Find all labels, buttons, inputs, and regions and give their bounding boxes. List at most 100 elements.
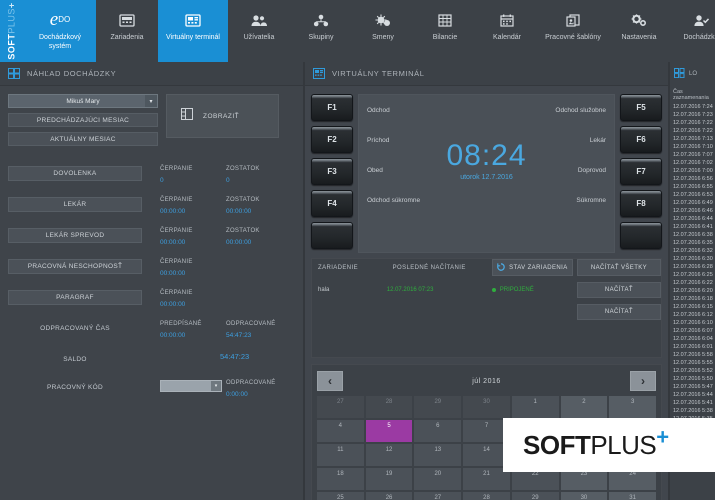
fkey-f7[interactable]: F7 [620,158,662,185]
calendar-day-cell[interactable]: 26 [366,492,413,500]
fkey-f4[interactable]: F4 [311,190,353,217]
log-entry[interactable]: 12.07.2016 6:30 [670,255,715,263]
calendar-day-cell[interactable]: 31 [609,492,656,500]
fkey-blank-right[interactable] [620,222,662,249]
stat-button-dovolenka[interactable]: DOVOLENKA [8,166,142,181]
log-entry[interactable]: 12.07.2016 6:38 [670,231,715,239]
read-button-2[interactable]: NAČÍTAŤ [577,304,661,320]
read-all-button[interactable]: NAČÍTAŤ VŠETKY [577,259,661,276]
nav-item-dochadzka[interactable]: Dochádzka [670,0,715,62]
fkey-blank-left[interactable] [311,222,353,249]
log-entry-list[interactable]: 12.07.2016 7:2412.07.2016 7:2312.07.2016… [670,103,715,439]
log-entry[interactable]: 12.07.2016 6:07 [670,327,715,335]
show-button[interactable]: ZOBRAZIŤ [166,94,279,138]
stat-button-lekar[interactable]: LEKÁR [8,197,142,212]
calendar-day-cell[interactable]: 13 [414,444,461,466]
nav-item-bilancie[interactable]: Bilancie [414,0,476,62]
log-entry[interactable]: 12.07.2016 6:20 [670,287,715,295]
calendar-day-cell[interactable]: 28 [463,492,510,500]
nav-item-dochadzkovy-system[interactable]: eDO Dochádzkový systém [24,0,96,62]
log-entry[interactable]: 12.07.2016 6:49 [670,199,715,207]
log-entry[interactable]: 12.07.2016 6:04 [670,335,715,343]
log-entry[interactable]: 12.07.2016 6:44 [670,215,715,223]
calendar-day-cell[interactable]: 30 [463,396,510,418]
log-entry[interactable]: 12.07.2016 6:10 [670,319,715,327]
calendar-day-cell[interactable]: 28 [366,396,413,418]
calendar-day-cell[interactable]: 29 [414,396,461,418]
log-entry[interactable]: 12.07.2016 6:01 [670,343,715,351]
log-entry[interactable]: 12.07.2016 7:24 [670,103,715,111]
calendar-day-cell[interactable]: 27 [414,492,461,500]
log-entry[interactable]: 12.07.2016 5:38 [670,407,715,415]
log-entry[interactable]: 12.07.2016 6:55 [670,183,715,191]
calendar-day-cell[interactable]: 19 [366,468,413,490]
calendar-day-cell[interactable]: 6 [414,420,461,442]
log-entry[interactable]: 12.07.2016 6:53 [670,191,715,199]
calendar-day-cell[interactable]: 30 [561,492,608,500]
calendar-day-cell[interactable]: 3 [609,396,656,418]
calendar-day-cell[interactable]: 2 [561,396,608,418]
calendar-day-cell[interactable]: 5 [366,420,413,442]
person-select[interactable]: Mikuš Mary ▾ [8,94,158,108]
log-entry[interactable]: 12.07.2016 7:23 [670,111,715,119]
stat-button-lekar-sprevod[interactable]: LEKÁR SPREVOD [8,228,142,243]
nav-item-kalendar[interactable]: Kalendár [476,0,538,62]
log-entry[interactable]: 12.07.2016 5:44 [670,391,715,399]
log-entry[interactable]: 12.07.2016 6:56 [670,175,715,183]
fkey-f8[interactable]: F8 [620,190,662,217]
calendar-day-cell[interactable]: 11 [317,444,364,466]
calendar-day-cell[interactable]: 27 [317,396,364,418]
previous-month-button[interactable]: PREDCHÁDZAJÚCI MESIAC [8,113,158,127]
calendar-day-cell[interactable]: 25 [317,492,364,500]
calendar-day-cell[interactable]: 12 [366,444,413,466]
calendar-prev-button[interactable]: ‹ [317,371,343,391]
log-entry[interactable]: 12.07.2016 6:41 [670,223,715,231]
work-code-select[interactable]: ▾ [160,380,222,392]
current-month-button[interactable]: AKTUÁLNY MESIAC [8,132,158,146]
nav-item-virtualny-terminal[interactable]: Virtuálny terminál [158,0,228,62]
log-entry[interactable]: 12.07.2016 6:18 [670,295,715,303]
log-entry[interactable]: 12.07.2016 7:22 [670,127,715,135]
log-entry[interactable]: 12.07.2016 7:22 [670,119,715,127]
nav-item-uzivatelia[interactable]: Užívatelia [228,0,290,62]
calendar-next-button[interactable]: › [630,371,656,391]
log-entry[interactable]: 12.07.2016 5:58 [670,351,715,359]
log-entry[interactable]: 12.07.2016 6:22 [670,279,715,287]
log-entry[interactable]: 12.07.2016 6:15 [670,303,715,311]
log-entry[interactable]: 12.07.2016 6:25 [670,271,715,279]
log-entry[interactable]: 12.07.2016 6:12 [670,311,715,319]
log-entry[interactable]: 12.07.2016 6:35 [670,239,715,247]
log-entry[interactable]: 12.07.2016 6:32 [670,247,715,255]
log-entry[interactable]: 12.07.2016 7:02 [670,159,715,167]
calendar-day-cell[interactable]: 29 [512,492,559,500]
log-entry[interactable]: 12.07.2016 7:10 [670,143,715,151]
calendar-day-cell[interactable]: 18 [317,468,364,490]
device-status-button[interactable]: STAV ZARIADENIA [492,259,573,276]
log-entry[interactable]: 12.07.2016 5:41 [670,399,715,407]
log-entry[interactable]: 12.07.2016 7:13 [670,135,715,143]
fkey-f3[interactable]: F3 [311,158,353,185]
calendar-day-cell[interactable]: 1 [512,396,559,418]
fkey-f6[interactable]: F6 [620,126,662,153]
calendar-day-cell[interactable]: 4 [317,420,364,442]
log-entry[interactable]: 12.07.2016 5:52 [670,367,715,375]
nav-item-zariadenia[interactable]: Zariadenia [96,0,158,62]
read-button-1[interactable]: NAČÍTAŤ [577,282,661,298]
log-entry[interactable]: 12.07.2016 7:07 [670,151,715,159]
fkey-f1[interactable]: F1 [311,94,353,121]
calendar-day-cell[interactable]: 20 [414,468,461,490]
nav-item-pracovne-sablony[interactable]: Pracovné šablóny [538,0,608,62]
log-entry[interactable]: 12.07.2016 6:46 [670,207,715,215]
log-entry[interactable]: 12.07.2016 5:55 [670,359,715,367]
log-entry[interactable]: 12.07.2016 5:50 [670,375,715,383]
stat-button-pracovna-neschopnost[interactable]: PRACOVNÁ NESCHOPNOSŤ [8,259,142,274]
nav-item-skupiny[interactable]: Skupiny [290,0,352,62]
fkey-f2[interactable]: F2 [311,126,353,153]
log-entry[interactable]: 12.07.2016 5:47 [670,383,715,391]
nav-item-nastavenia[interactable]: Nastavenia [608,0,670,62]
fkey-f5[interactable]: F5 [620,94,662,121]
nav-item-smeny[interactable]: Smeny [352,0,414,62]
log-entry[interactable]: 12.07.2016 7:00 [670,167,715,175]
stat-button-paragraf[interactable]: PARAGRAF [8,290,142,305]
log-entry[interactable]: 12.07.2016 6:28 [670,263,715,271]
